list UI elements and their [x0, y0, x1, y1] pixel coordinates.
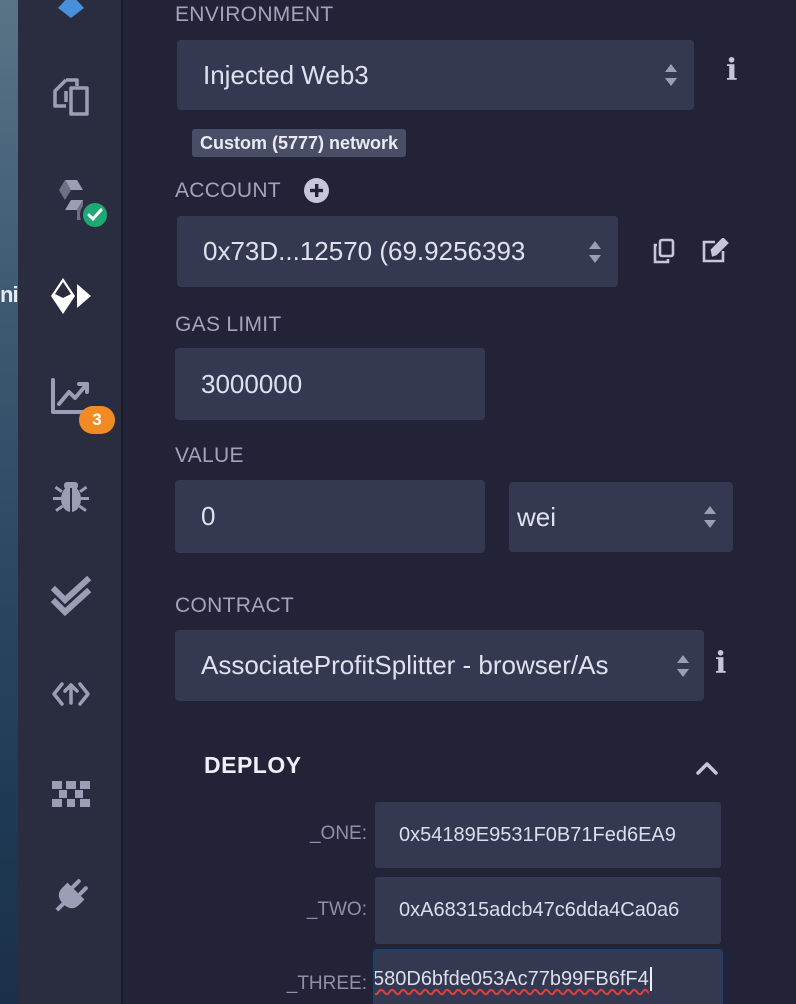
- network-badge: Custom (5777) network: [192, 129, 407, 157]
- account-label: ACCOUNT: [175, 179, 281, 202]
- gas-limit-input[interactable]: 3000000: [175, 348, 485, 420]
- deploy-run-panel: ENVIRONMENT Injected Web3 i Custom (5777…: [125, 0, 796, 1004]
- contract-select-value: AssociateProfitSplitter - browser/As: [201, 650, 609, 680]
- environment-select[interactable]: Injected Web3: [177, 40, 694, 110]
- contract-select[interactable]: AssociateProfitSplitter - browser/As: [175, 630, 704, 701]
- gas-limit-label: GAS LIMIT: [175, 313, 282, 336]
- gas-limit-value: 3000000: [201, 368, 303, 399]
- param-one-input[interactable]: 0x54189E9531F0B71Fed6EA9: [375, 802, 721, 868]
- contract-info-icon[interactable]: i: [715, 646, 726, 681]
- param-one-label: _ONE:: [309, 823, 367, 844]
- analysis-warning-badge: 3: [79, 406, 115, 434]
- plugin-manager-icon[interactable]: [18, 664, 123, 724]
- param-two-value: 0xA68315adcb47c6dda4Ca0a6: [399, 899, 680, 921]
- copy-address-icon[interactable]: [652, 238, 676, 264]
- desktop-background: ni: [0, 0, 19, 1004]
- value-amount-input[interactable]: 0: [175, 480, 485, 553]
- analysis-icon[interactable]: 3: [18, 366, 123, 434]
- select-updown-icon: [677, 654, 689, 677]
- deploy-section-title: DEPLOY: [204, 752, 302, 778]
- account-select-value: 0x73D...12570 (69.9256393: [203, 236, 526, 266]
- ethereum-logo-icon[interactable]: [18, 0, 123, 30]
- debugger-icon[interactable]: [18, 466, 123, 526]
- environment-info-icon[interactable]: i: [726, 53, 737, 88]
- param-three-label: _THREE:: [286, 973, 367, 994]
- provable-icon[interactable]: [18, 764, 123, 824]
- settings-plug-icon[interactable]: [18, 866, 123, 926]
- value-unit-select[interactable]: wei: [509, 482, 733, 552]
- select-updown-icon: [704, 506, 716, 528]
- param-three-value: 580D6bfde053Ac77b99FB6fF4: [373, 967, 649, 990]
- add-account-icon[interactable]: [304, 178, 329, 203]
- value-label: VALUE: [175, 444, 244, 467]
- environment-select-value: Injected Web3: [203, 59, 369, 90]
- select-updown-icon: [589, 240, 601, 263]
- value-unit: wei: [517, 501, 557, 532]
- param-two-input[interactable]: 0xA68315adcb47c6dda4Ca0a6: [375, 877, 721, 944]
- param-two-label: _TWO:: [306, 899, 367, 920]
- select-updown-icon: [665, 64, 677, 86]
- icon-sidebar: 3: [18, 0, 123, 1004]
- unit-testing-icon[interactable]: [18, 566, 123, 626]
- edit-account-icon[interactable]: [701, 238, 729, 264]
- text-caret: [649, 967, 652, 991]
- compiled-success-check-icon: [80, 200, 110, 230]
- value-amount: 0: [201, 501, 216, 531]
- contract-label: CONTRACT: [175, 594, 295, 617]
- desktop-text-fragment: ni: [0, 282, 19, 307]
- solidity-compiler-icon[interactable]: [18, 170, 123, 230]
- file-explorer-icon[interactable]: [18, 66, 123, 126]
- environment-label: ENVIRONMENT: [175, 3, 334, 26]
- collapse-chevron-up-icon[interactable]: [695, 760, 719, 776]
- deploy-run-icon[interactable]: [18, 266, 123, 326]
- account-select[interactable]: 0x73D...12570 (69.9256393: [177, 216, 618, 287]
- param-three-input[interactable]: 580D6bfde053Ac77b99FB6fF4: [373, 949, 723, 1004]
- param-one-value: 0x54189E9531F0B71Fed6EA9: [399, 823, 676, 846]
